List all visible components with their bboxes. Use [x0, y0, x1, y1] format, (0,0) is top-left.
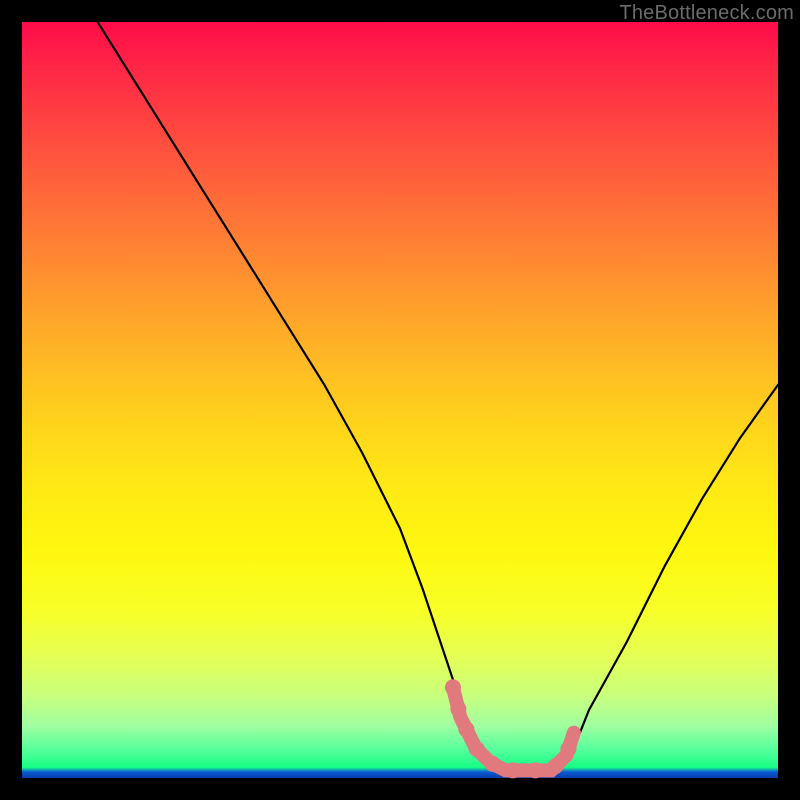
watermark-text: TheBottleneck.com — [619, 2, 794, 25]
bottleneck-curve — [98, 22, 778, 770]
plot-area — [22, 22, 778, 778]
chart-frame: TheBottleneck.com — [0, 0, 800, 800]
curve-layer — [22, 22, 778, 778]
